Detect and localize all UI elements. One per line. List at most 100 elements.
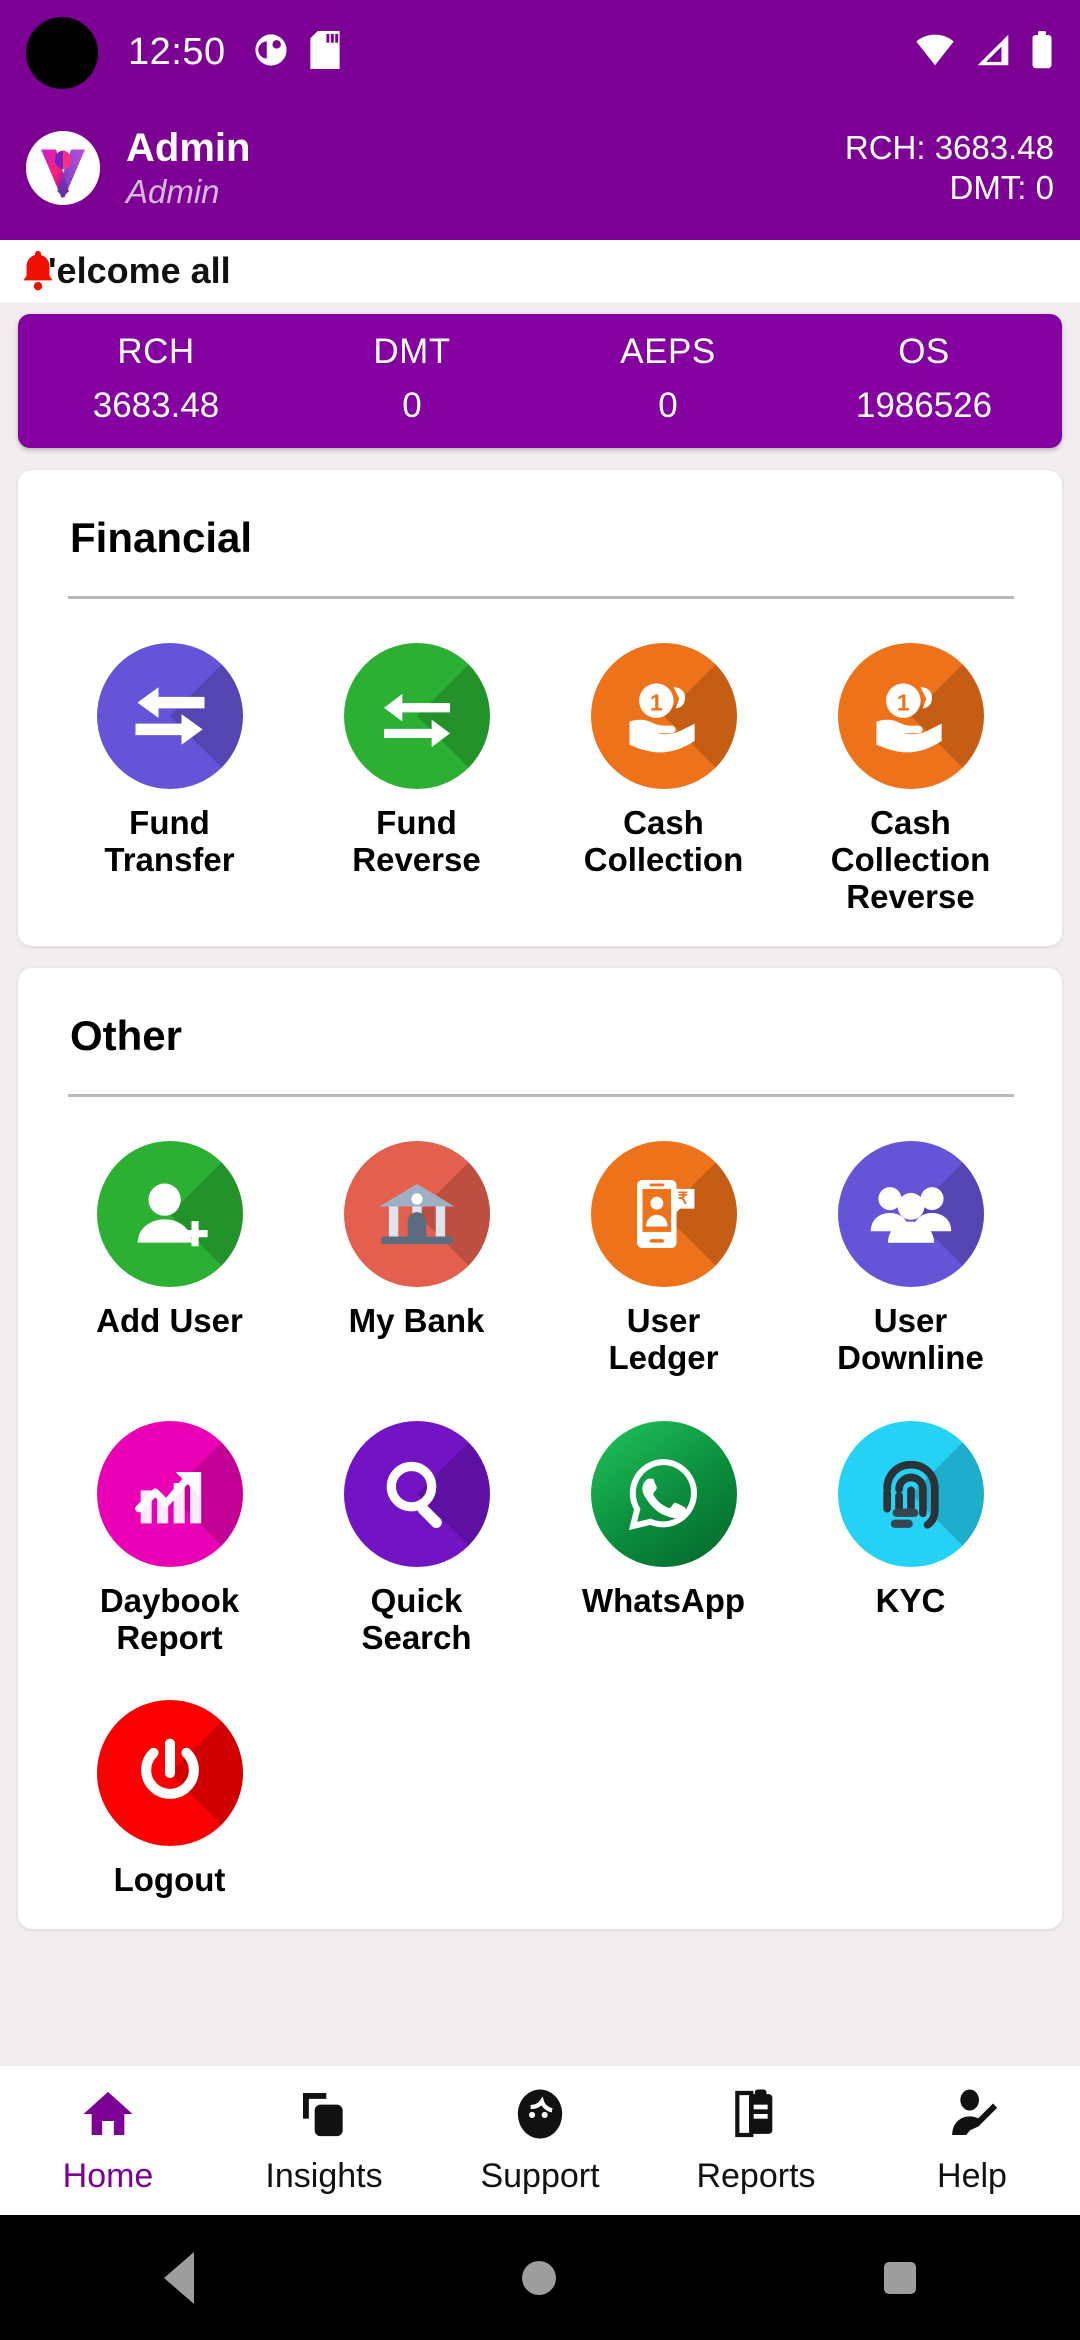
stat-label: OS [898, 331, 950, 371]
kyc-fingerprint-icon [837, 1420, 984, 1567]
notification-ticker[interactable]: 'elcome all [0, 239, 1080, 302]
stat-value: 0 [402, 385, 422, 425]
tile-label: Quick Search [361, 1581, 472, 1656]
bell-icon [18, 249, 54, 293]
android-navigation-bar [0, 2215, 1080, 2340]
status-left-icons [254, 31, 340, 74]
tile-kyc[interactable]: KYC [787, 1420, 1034, 1657]
cash-collection-icon: 1 [590, 642, 737, 789]
tile-fund-reverse[interactable]: Fund Reverse [293, 642, 540, 916]
tile-label: KYC [875, 1581, 946, 1619]
header-balances: RCH: 3683.48 DMT: 0 [845, 128, 1054, 209]
user-downline-icon [837, 1140, 984, 1287]
user-ledger-icon: ₹ [590, 1140, 737, 1287]
stat-os: OS 1986526 [796, 332, 1052, 426]
tile-label: User Downline [837, 1301, 984, 1376]
main-scroll-area[interactable]: RCH 3683.48 DMT 0 AEPS 0 OS 1986526 Fina… [0, 301, 1080, 2065]
user-info: Admin Admin [126, 126, 251, 211]
financial-title: Financial [70, 513, 253, 561]
tile-label: Cash Collection [583, 803, 744, 878]
ticker-text: 'elcome all [48, 249, 231, 291]
status-clock: 12:50 [128, 31, 226, 73]
stat-rch: RCH 3683.48 [28, 332, 284, 426]
tile-label: Daybook Report [99, 1581, 240, 1656]
nav-label: Reports [696, 2156, 816, 2195]
nav-item-help[interactable]: Help [864, 2086, 1080, 2196]
tile-cash-collection-reverse[interactable]: 1 Cash Collection Reverse [787, 642, 1034, 916]
home-icon [80, 2086, 136, 2147]
home-button[interactable] [522, 2260, 556, 2295]
help-icon [944, 2086, 1000, 2147]
nav-item-insights[interactable]: Insights [216, 2086, 432, 2196]
user-role: Admin [126, 173, 220, 211]
tile-whatsapp[interactable]: WhatsApp [540, 1420, 787, 1657]
stat-label: DMT [373, 331, 451, 371]
tile-user-downline[interactable]: User Downline [787, 1140, 1034, 1377]
balance-rch: RCH: 3683.48 [844, 129, 1054, 167]
tile-label: WhatsApp [581, 1581, 746, 1619]
fund-transfer-icon [96, 642, 243, 789]
whatsapp-icon [590, 1420, 737, 1567]
quick-search-icon [343, 1420, 490, 1567]
balance-dmt: DMT: 0 [949, 169, 1054, 207]
tile-fund-transfer[interactable]: Fund Transfer [46, 642, 293, 916]
bottom-navigation: Home Insights Support Reports Help [0, 2065, 1080, 2215]
svg-text:₹: ₹ [677, 1189, 687, 1207]
ringer-icon [254, 33, 288, 72]
support-icon [512, 2086, 568, 2147]
nav-item-reports[interactable]: Reports [648, 2086, 864, 2196]
nav-label: Insights [265, 2156, 383, 2195]
sd-card-icon [309, 31, 340, 74]
add-user-icon [96, 1140, 243, 1287]
stat-value: 1986526 [855, 385, 993, 425]
nav-label: Help [937, 2156, 1007, 2195]
status-bar: 12:50 [0, 0, 1080, 105]
svg-text:1: 1 [649, 689, 662, 715]
tile-label: Add User [96, 1301, 243, 1339]
financial-grid: Fund Transfer Fund Reverse 1 Cash Collec… [18, 599, 1062, 916]
status-right-icons [914, 31, 1054, 74]
tile-my-bank[interactable]: My Bank [293, 1140, 540, 1377]
stat-value: 0 [658, 385, 678, 425]
stat-value: 3683.48 [92, 385, 220, 425]
tile-label: Cash Collection Reverse [830, 803, 991, 915]
battery-icon [1030, 31, 1054, 74]
tile-user-ledger[interactable]: ₹ User Ledger [540, 1140, 787, 1377]
nav-label: Home [62, 2156, 154, 2195]
svg-text:1: 1 [896, 689, 909, 715]
tile-logout[interactable]: Logout [46, 1700, 293, 1899]
app-header: Admin Admin RCH: 3683.48 DMT: 0 [0, 105, 1080, 240]
financial-card: Financial Fund Transfer Fund Reverse 1 C… [18, 469, 1062, 946]
back-button[interactable] [164, 2251, 194, 2304]
stat-label: AEPS [620, 331, 716, 371]
tile-label: User Ledger [608, 1301, 719, 1376]
stat-dmt: DMT 0 [284, 332, 540, 426]
tile-cash-collection[interactable]: 1 Cash Collection [540, 642, 787, 916]
tile-label: Logout [113, 1861, 226, 1899]
reports-icon [728, 2086, 784, 2147]
tile-daybook-report[interactable]: Daybook Report [46, 1420, 293, 1657]
user-name: Admin [126, 126, 251, 170]
stat-label: RCH [117, 331, 195, 371]
app-logo-v[interactable] [26, 131, 100, 206]
tile-add-user[interactable]: Add User [46, 1140, 293, 1377]
tile-label: My Bank [348, 1301, 485, 1339]
nav-label: Support [480, 2156, 600, 2195]
app-screen: 12:50 Admin Admin RCH: 3683.48 DMT: 0 'e… [0, 0, 1080, 2340]
tile-quick-search[interactable]: Quick Search [293, 1420, 540, 1657]
daybook-report-icon [96, 1420, 243, 1567]
balance-stats-bar: RCH 3683.48 DMT 0 AEPS 0 OS 1986526 [18, 313, 1062, 448]
other-card: Other Add User My Bank ₹ User Ledger Use… [18, 967, 1062, 1930]
tile-label: Fund Reverse [352, 803, 481, 878]
wifi-icon [914, 33, 956, 72]
other-grid: Add User My Bank ₹ User Ledger User Down… [18, 1097, 1062, 1900]
nav-item-support[interactable]: Support [432, 2086, 648, 2196]
recents-button[interactable] [884, 2261, 916, 2294]
my-bank-icon [343, 1140, 490, 1287]
tile-label: Fund Transfer [104, 803, 235, 878]
camera-punch-hole [26, 16, 98, 89]
signal-icon [974, 33, 1012, 72]
insights-icon [296, 2086, 352, 2147]
fund-reverse-icon [343, 642, 490, 789]
nav-item-home[interactable]: Home [0, 2086, 216, 2196]
